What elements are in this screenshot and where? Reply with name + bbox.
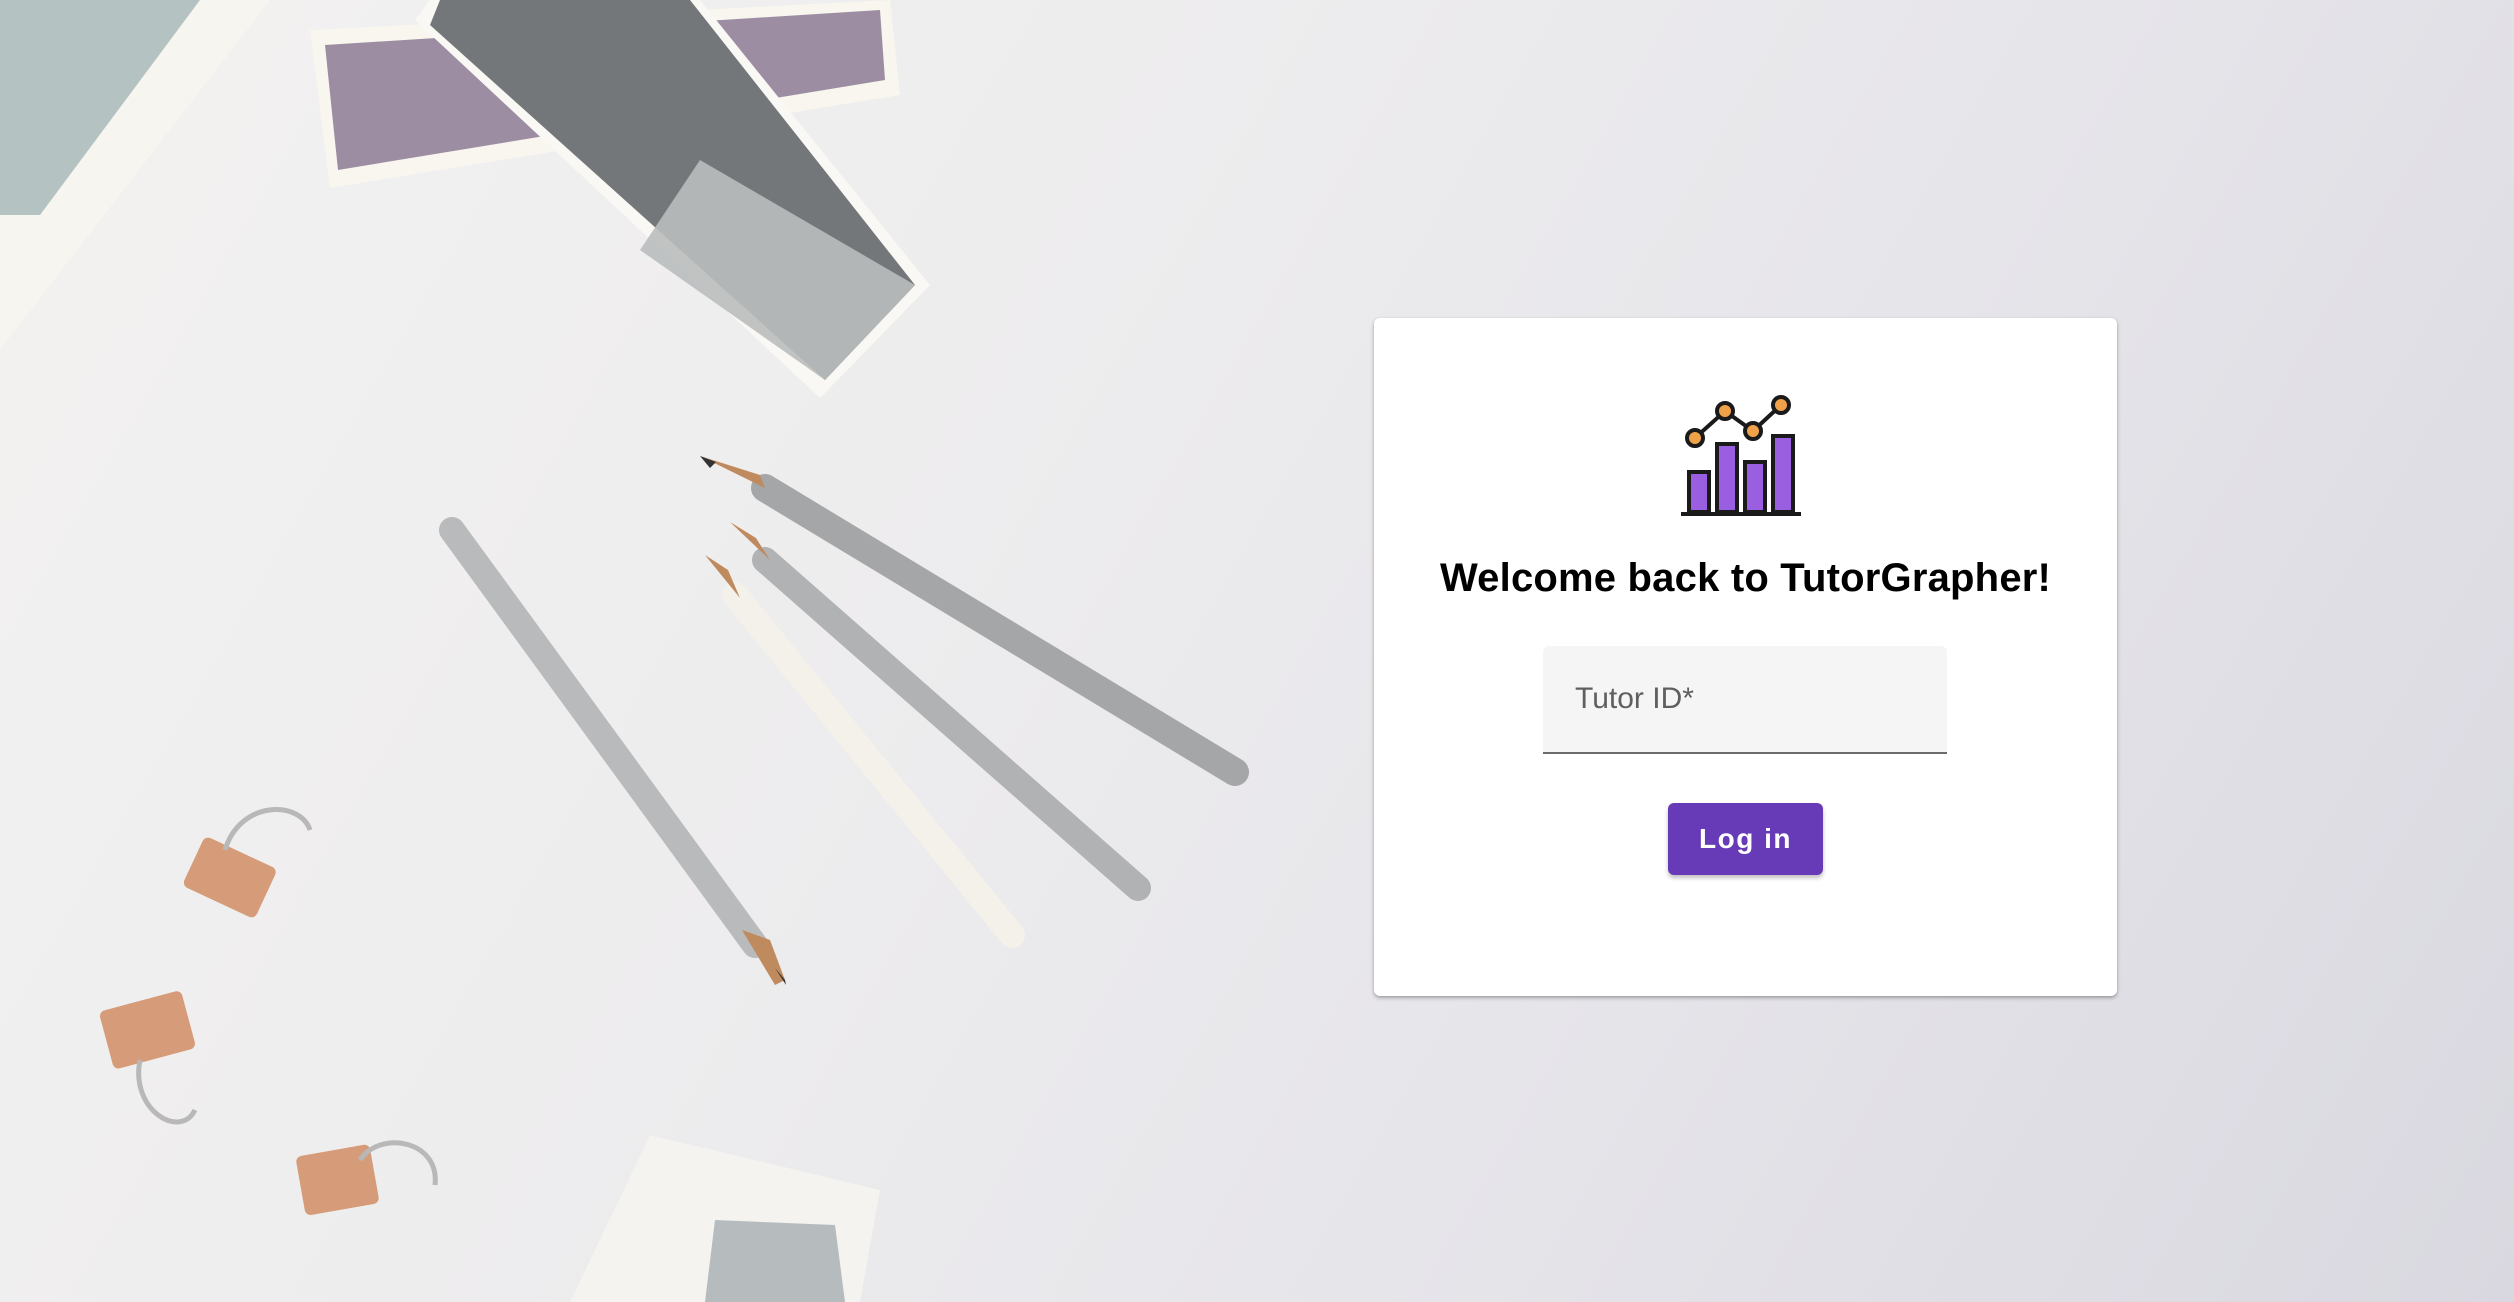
page-title: Welcome back to TutorGrapher! <box>1439 556 2052 600</box>
binder-clip-2 <box>100 991 198 1125</box>
tutor-id-input[interactable] <box>1543 646 1947 752</box>
watercolor-card-left <box>0 0 270 350</box>
binder-clip-3 <box>296 1140 438 1216</box>
watercolor-card-bottom <box>570 1135 880 1302</box>
tutor-id-field[interactable] <box>1543 646 1947 754</box>
login-button[interactable]: Log in <box>1668 803 1823 875</box>
binder-clip-1 <box>183 807 313 918</box>
bar-line-chart-icon <box>1681 395 1801 516</box>
background-desk-image <box>0 0 1249 1302</box>
login-card: Welcome back to TutorGrapher! Log in <box>1374 318 2117 996</box>
